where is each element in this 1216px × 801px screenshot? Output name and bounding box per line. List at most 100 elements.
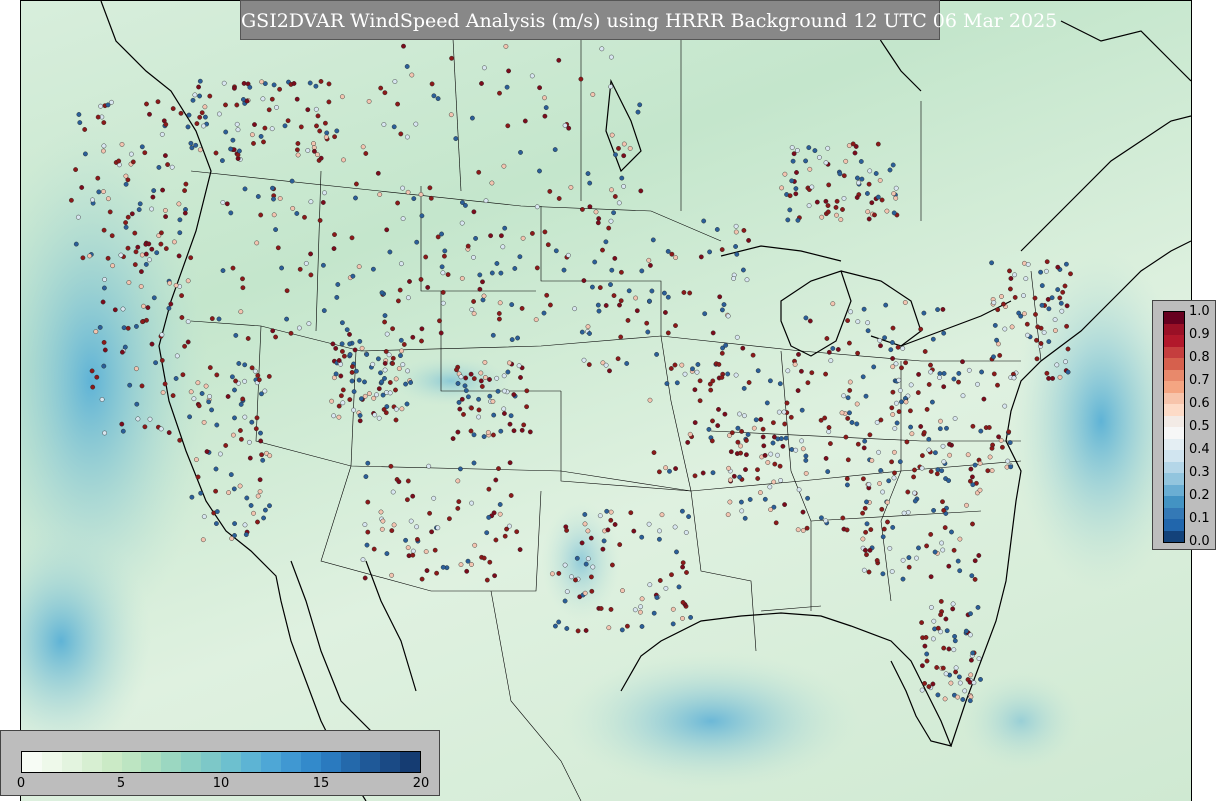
observation-dot xyxy=(188,389,194,395)
observation-dot xyxy=(726,465,731,471)
observation-dot xyxy=(1057,295,1063,301)
observation-dot xyxy=(449,55,454,61)
observation-dot xyxy=(492,573,497,579)
observation-dot xyxy=(1055,264,1061,270)
observation-dot xyxy=(1035,324,1041,330)
observation-dot xyxy=(1024,321,1030,327)
observation-dot xyxy=(738,450,743,456)
observation-dot xyxy=(674,549,679,555)
observation-dot xyxy=(890,356,895,361)
observation-dot xyxy=(145,305,151,310)
observation-dot xyxy=(762,496,768,502)
observation-dot xyxy=(819,515,824,521)
observation-dot xyxy=(498,233,504,239)
observation-dot xyxy=(182,343,188,349)
observation-dot xyxy=(970,650,976,656)
observation-dot xyxy=(1002,326,1008,332)
obs-colorbar-segment xyxy=(1164,473,1184,485)
observation-dot xyxy=(341,157,346,163)
obs-colorbar-segment xyxy=(1164,461,1184,473)
observation-dot xyxy=(395,101,400,107)
observation-dot xyxy=(880,534,886,540)
observation-dot xyxy=(490,432,496,438)
observation-dot xyxy=(505,369,511,375)
observation-dot xyxy=(1052,317,1058,322)
observation-dot xyxy=(270,328,276,334)
observation-dot xyxy=(890,525,896,530)
observation-dot xyxy=(883,302,889,308)
observation-dot xyxy=(364,352,370,357)
observation-dot xyxy=(793,186,799,192)
observation-dot xyxy=(891,191,897,197)
observation-dot xyxy=(311,141,316,146)
observation-dot xyxy=(259,452,265,458)
speed-colorbar-segment xyxy=(141,752,162,772)
observation-dot xyxy=(843,434,849,440)
observation-dot xyxy=(248,503,254,508)
observation-dot xyxy=(294,147,300,153)
observation-dot xyxy=(308,251,313,257)
observation-dot xyxy=(186,112,192,118)
observation-dot xyxy=(854,421,860,427)
observation-dot xyxy=(190,97,196,103)
observation-dot xyxy=(698,254,704,260)
observation-dot xyxy=(375,356,381,362)
observation-dot xyxy=(127,382,133,388)
observation-dot xyxy=(937,375,942,380)
observation-dot xyxy=(207,93,213,99)
observation-dot xyxy=(790,158,796,164)
observation-dot xyxy=(134,323,139,329)
observation-dot xyxy=(647,298,652,304)
observation-dot xyxy=(906,564,912,570)
observation-dot xyxy=(333,371,339,377)
observation-dot xyxy=(427,185,433,191)
observation-dot xyxy=(859,176,865,182)
observation-dot xyxy=(1009,324,1015,330)
observation-dot xyxy=(249,419,255,425)
observation-dot xyxy=(597,513,603,519)
observation-dot xyxy=(125,214,131,220)
observation-dot xyxy=(852,150,858,156)
observation-dot xyxy=(943,616,949,622)
observation-dot xyxy=(76,214,81,220)
observation-dot xyxy=(823,518,829,524)
observation-dot xyxy=(322,120,328,126)
observation-dot xyxy=(878,468,884,473)
observation-dot xyxy=(404,497,410,503)
observation-dot xyxy=(585,556,591,562)
observation-dot xyxy=(261,515,267,521)
observation-dot xyxy=(291,81,297,86)
observation-dot xyxy=(908,408,913,414)
observation-dot xyxy=(942,696,948,702)
obs-colorbar-segment xyxy=(1164,335,1184,347)
observation-dot xyxy=(357,418,363,424)
observation-dot xyxy=(507,421,513,427)
observation-dot xyxy=(694,369,700,375)
observation-dot xyxy=(582,590,588,596)
observation-dot xyxy=(895,344,901,350)
observation-dot xyxy=(408,380,413,385)
observation-dot xyxy=(744,452,749,458)
obs-colorbar-tick-label: 0.1 xyxy=(1189,511,1210,526)
observation-dot xyxy=(213,488,219,494)
observation-dot xyxy=(126,280,132,285)
observation-dot xyxy=(137,201,143,207)
observation-dot xyxy=(198,490,204,496)
observation-dot xyxy=(768,507,773,512)
observation-dot xyxy=(90,384,96,390)
observation-dot xyxy=(482,359,488,365)
map-area[interactable] xyxy=(20,0,1192,801)
observation-dot xyxy=(858,159,864,164)
observation-dot xyxy=(710,470,716,476)
observation-dot xyxy=(285,118,291,124)
observation-dot xyxy=(680,560,686,566)
observation-dot xyxy=(950,606,956,612)
observation-dot xyxy=(461,411,466,417)
observation-dot xyxy=(733,372,739,378)
observation-dot xyxy=(728,477,733,483)
observation-dot xyxy=(621,183,626,189)
observation-dot xyxy=(517,254,523,260)
observation-dot xyxy=(352,347,358,353)
observation-dot xyxy=(326,99,332,105)
speed-colorbar-segment xyxy=(380,752,401,772)
